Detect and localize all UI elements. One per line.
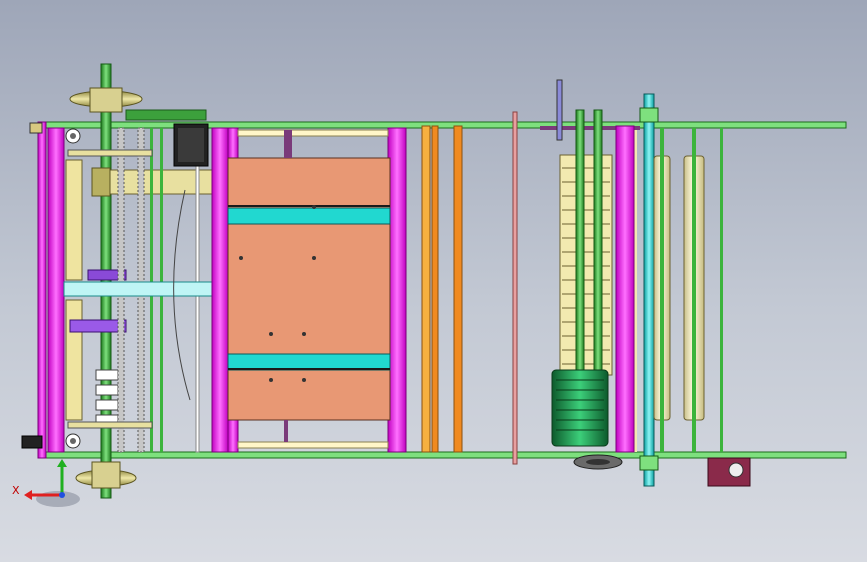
orange-rod bbox=[453, 125, 463, 453]
y-arrow-icon bbox=[57, 459, 67, 467]
roller-axle bbox=[720, 128, 723, 452]
gearbox-output bbox=[728, 462, 744, 478]
cyan-roller bbox=[643, 93, 655, 487]
magenta-post-right bbox=[387, 127, 407, 453]
bolt bbox=[269, 378, 273, 382]
bolt bbox=[269, 332, 273, 336]
press-plate bbox=[227, 157, 391, 421]
press-rod-top bbox=[284, 130, 292, 158]
motor-pulley-hub bbox=[586, 459, 610, 465]
plate-divider bbox=[228, 205, 390, 207]
center-panel-assembly bbox=[211, 127, 407, 453]
gear-rack-top bbox=[125, 109, 207, 121]
orange-rod bbox=[431, 125, 439, 453]
triad-shadow bbox=[36, 491, 80, 507]
bearing-hub bbox=[70, 133, 76, 139]
bolt bbox=[312, 205, 316, 209]
left-magenta-column bbox=[47, 127, 65, 453]
origin-icon bbox=[59, 492, 65, 498]
thin-rod bbox=[512, 111, 518, 465]
motor-block-face bbox=[178, 128, 204, 162]
bearing-hub bbox=[70, 438, 76, 444]
tall-pole bbox=[556, 79, 563, 141]
cream-bottom-bar bbox=[237, 441, 389, 449]
x-axis-label: X bbox=[12, 484, 20, 497]
bolt bbox=[312, 256, 316, 260]
roller-bearing-bottom bbox=[639, 455, 659, 471]
left-cream-column bbox=[65, 159, 83, 281]
x-arrow-icon bbox=[24, 490, 32, 500]
magenta-post-far bbox=[615, 125, 635, 453]
plate-divider bbox=[228, 368, 390, 370]
fitting bbox=[67, 149, 153, 157]
cad-viewport[interactable] bbox=[0, 0, 867, 562]
cream-top-bar bbox=[237, 129, 389, 137]
press-rod-bottom bbox=[284, 420, 288, 442]
cyan-band-top bbox=[227, 207, 391, 225]
olive-bracket-block bbox=[91, 167, 111, 197]
main-vertical-shaft bbox=[100, 63, 112, 499]
main-motor bbox=[551, 369, 609, 447]
roller-axle bbox=[692, 128, 696, 452]
top-pulley-hub bbox=[89, 87, 123, 113]
end-fitting-top bbox=[29, 122, 43, 134]
bolt bbox=[302, 332, 306, 336]
orange-rod bbox=[421, 125, 431, 453]
shaft-coupling bbox=[95, 399, 119, 411]
frame-bottom-rail bbox=[39, 451, 847, 459]
cyan-band-bottom bbox=[227, 353, 391, 371]
bolt bbox=[239, 256, 243, 260]
roller-axle bbox=[660, 128, 664, 452]
end-fitting-bottom bbox=[21, 435, 43, 449]
left-drive-assembly bbox=[47, 63, 213, 499]
green-shaft-right-a bbox=[575, 109, 585, 381]
green-shaft-right-b bbox=[593, 109, 603, 381]
bottom-pulley-hub bbox=[91, 461, 121, 489]
fitting bbox=[67, 421, 153, 429]
shaft-coupling bbox=[95, 369, 119, 381]
axis-triad: X bbox=[12, 459, 80, 507]
roller-bearing-top bbox=[639, 107, 659, 123]
slatted-conveyor bbox=[559, 154, 613, 376]
magenta-post-left bbox=[211, 127, 229, 453]
cyan-cross-beam bbox=[63, 281, 213, 297]
shaft-coupling bbox=[95, 384, 119, 396]
frame-left-post bbox=[37, 121, 47, 459]
roller-section bbox=[639, 93, 751, 487]
left-cream-column-lower bbox=[65, 299, 83, 421]
bolt bbox=[302, 378, 306, 382]
right-drive-assembly bbox=[540, 79, 640, 470]
frame-top-rail bbox=[39, 121, 847, 129]
